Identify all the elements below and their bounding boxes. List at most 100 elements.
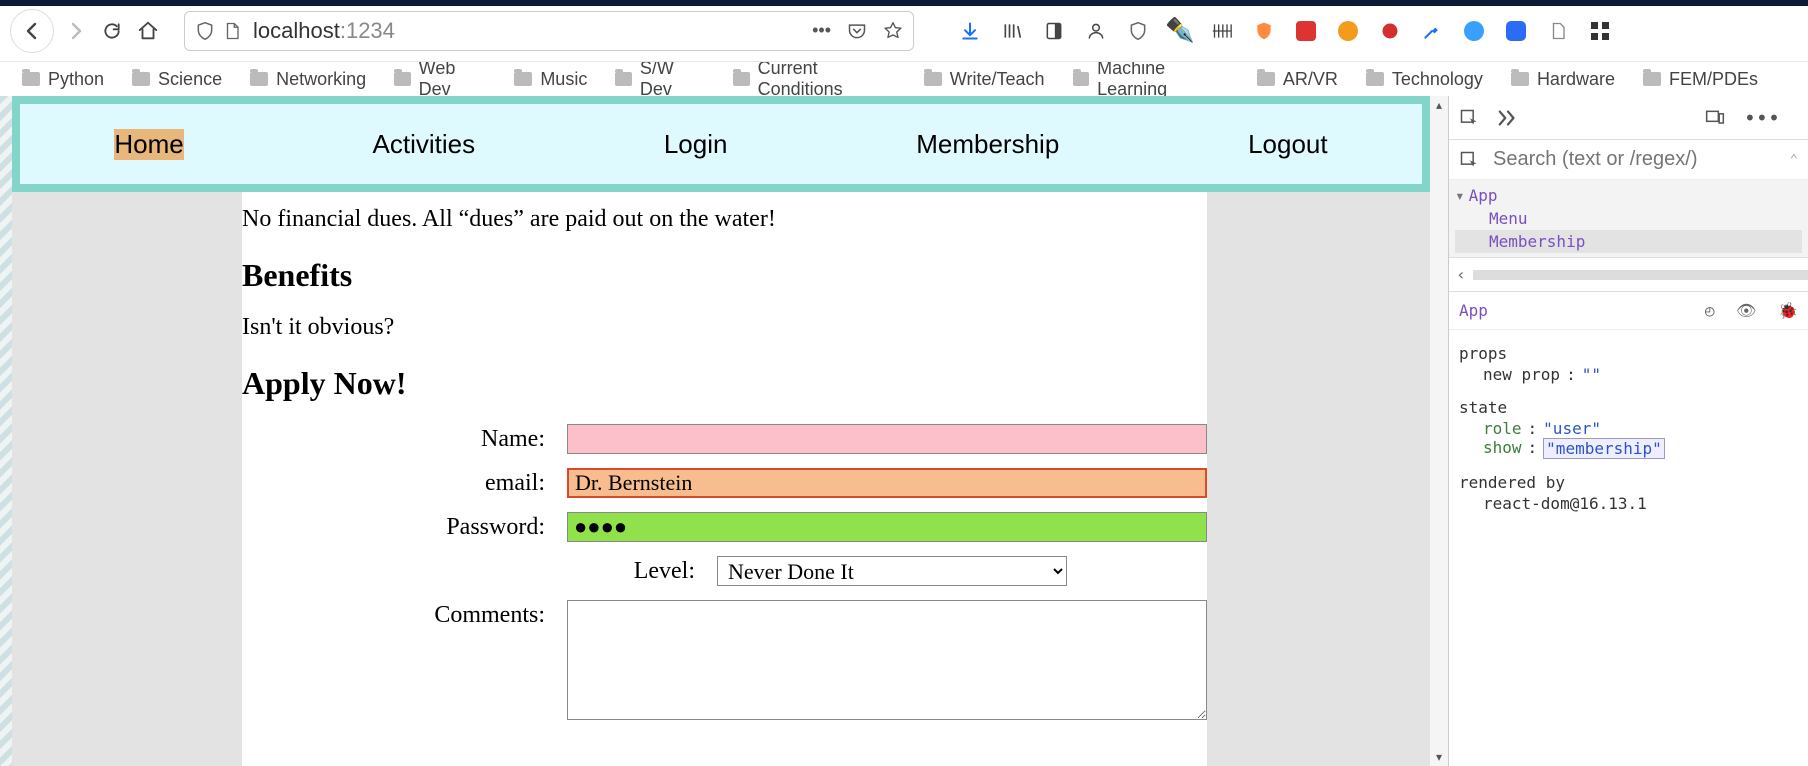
shield-icon <box>195 20 215 42</box>
ext-icon-1[interactable]: ✒️ <box>1159 13 1201 49</box>
bookmark-label: AR/VR <box>1283 69 1338 90</box>
devtools-menu-icon[interactable]: ••• <box>1744 106 1780 130</box>
inspect-icon-2[interactable] <box>1459 150 1479 170</box>
bookmark-ar-vr[interactable]: AR/VR <box>1257 69 1338 90</box>
forward-button[interactable] <box>58 13 94 49</box>
scroll-up-icon[interactable]: ▴ <box>1430 96 1448 114</box>
bookmark-technology[interactable]: Technology <box>1366 69 1483 90</box>
devtools-search-input[interactable] <box>1493 148 1784 171</box>
react-devtools: ••• ⌃ ▾App Menu Membership ‹ App ◴ 👁 🐞 <box>1448 96 1808 766</box>
bookmark-hardware[interactable]: Hardware <box>1511 69 1615 90</box>
bookmark-s-w-dev[interactable]: S/W Dev <box>615 58 705 100</box>
component-tree[interactable]: ▾App Menu Membership <box>1449 180 1808 258</box>
timer-icon[interactable]: ◴ <box>1705 301 1715 320</box>
page-icon <box>223 21 241 41</box>
nav-login[interactable]: Login <box>664 129 728 160</box>
reader-icon[interactable] <box>1033 13 1075 49</box>
folder-icon <box>1511 72 1529 86</box>
bookmark-web-dev[interactable]: Web Dev <box>394 58 486 100</box>
state-role-row[interactable]: role: "user" <box>1459 419 1798 438</box>
chevron-up-icon[interactable]: ⌃ <box>1790 152 1798 168</box>
name-input[interactable] <box>567 424 1207 454</box>
reload-button[interactable] <box>94 13 130 49</box>
bookmark-label: Technology <box>1392 69 1483 90</box>
rendered-by-value[interactable]: react-dom@16.13.1 <box>1459 494 1798 513</box>
folder-icon <box>733 72 750 86</box>
downloads-icon[interactable] <box>949 13 991 49</box>
bookmark-machine-learning[interactable]: Machine Learning <box>1073 58 1229 100</box>
nav-activities[interactable]: Activities <box>373 129 476 160</box>
ext-icon-9[interactable] <box>1537 13 1579 49</box>
devtools-tab-scrollbar[interactable] <box>1473 270 1808 280</box>
apply-form: Name: email: Password: Level: Never Done… <box>242 424 1207 727</box>
ext-icon-3[interactable] <box>1243 13 1285 49</box>
account-icon[interactable] <box>1075 13 1117 49</box>
expand-icon[interactable] <box>1497 109 1519 127</box>
ext-icon-2[interactable] <box>1201 13 1243 49</box>
chevron-left-icon[interactable]: ‹ <box>1449 265 1473 284</box>
folder-icon <box>22 72 40 86</box>
benefits-text: Isn't it obvious? <box>242 314 1207 341</box>
bookmark-music[interactable]: Music <box>514 69 587 90</box>
bookmark-label: Science <box>158 69 222 90</box>
eyedropper-icon[interactable] <box>1411 13 1453 49</box>
vertical-scrollbar[interactable]: ▴ ▾ <box>1430 96 1448 766</box>
bookmark-star-icon[interactable] <box>883 21 903 41</box>
back-button[interactable] <box>10 9 54 53</box>
tree-node-menu: Menu <box>1455 207 1802 230</box>
form-row-email: email: <box>242 468 1207 498</box>
crumb-app[interactable]: App <box>1459 301 1488 320</box>
ext-icon-7[interactable] <box>1453 13 1495 49</box>
bug-icon[interactable]: 🐞 <box>1778 301 1798 320</box>
bookmark-label: Hardware <box>1537 69 1615 90</box>
ext-icon-5[interactable] <box>1327 13 1369 49</box>
bookmark-science[interactable]: Science <box>132 69 222 90</box>
bookmark-python[interactable]: Python <box>22 69 104 90</box>
ext-icon-6[interactable] <box>1369 13 1411 49</box>
library-icon[interactable] <box>991 13 1033 49</box>
devtools-breadcrumb: App ◴ 👁 🐞 <box>1449 292 1808 330</box>
bookmark-label: FEM/PDEs <box>1669 69 1758 90</box>
bookmark-fem-pdes[interactable]: FEM/PDEs <box>1643 69 1758 90</box>
ublock-icon[interactable] <box>1117 13 1159 49</box>
apply-heading: Apply Now! <box>242 365 1207 402</box>
page-viewport: HomeActivitiesLoginMembershipLogout No f… <box>12 96 1448 766</box>
bookmark-label: Machine Learning <box>1097 58 1229 100</box>
password-input[interactable] <box>567 512 1207 542</box>
password-label: Password: <box>242 512 567 542</box>
ext-icon-4[interactable] <box>1285 13 1327 49</box>
scroll-down-icon[interactable]: ▾ <box>1430 748 1448 766</box>
comments-textarea[interactable] <box>567 600 1207 720</box>
browser-toolbar: localhost:1234 ••• ✒️ <box>0 0 1808 62</box>
folder-icon <box>514 72 532 86</box>
page-left-margin <box>12 192 242 766</box>
inspect-icon[interactable] <box>1459 108 1479 128</box>
home-button[interactable] <box>130 13 166 49</box>
pocket-icon[interactable] <box>847 21 867 41</box>
devtools-panel: props new prop : "" state role: "user" s… <box>1449 330 1808 521</box>
nav-home[interactable]: Home <box>114 129 183 160</box>
device-icon[interactable] <box>1704 108 1726 128</box>
nav-membership[interactable]: Membership <box>916 129 1059 160</box>
bookmark-current-conditions[interactable]: Current Conditions <box>733 58 896 100</box>
more-icon[interactable]: ••• <box>812 20 831 41</box>
email-input[interactable] <box>567 468 1207 498</box>
level-select[interactable]: Never Done It <box>717 556 1067 586</box>
bookmark-label: Networking <box>276 69 366 90</box>
eye-icon[interactable]: 👁 <box>1736 301 1756 320</box>
props-newprop-row[interactable]: new prop : "" <box>1459 365 1798 384</box>
bookmarks-bar: PythonScienceNetworkingWeb DevMusicS/W D… <box>0 62 1808 96</box>
ext-icon-8[interactable] <box>1495 13 1537 49</box>
address-bar[interactable]: localhost:1234 ••• <box>184 11 914 51</box>
site-nav: Home Activities Login Membership Logout <box>20 104 1422 184</box>
bookmark-write-teach[interactable]: Write/Teach <box>924 69 1045 90</box>
bookmark-networking[interactable]: Networking <box>250 69 366 90</box>
state-show-row[interactable]: show: "membership" <box>1459 438 1798 459</box>
url-host: localhost <box>253 18 340 44</box>
name-label: Name: <box>242 424 567 454</box>
ext-icon-10[interactable] <box>1579 13 1621 49</box>
devtools-tabs: ‹ <box>1449 258 1808 292</box>
rendered-by-heading: rendered by <box>1459 473 1798 492</box>
nav-logout[interactable]: Logout <box>1248 129 1328 160</box>
bookmark-label: Web Dev <box>419 58 487 100</box>
